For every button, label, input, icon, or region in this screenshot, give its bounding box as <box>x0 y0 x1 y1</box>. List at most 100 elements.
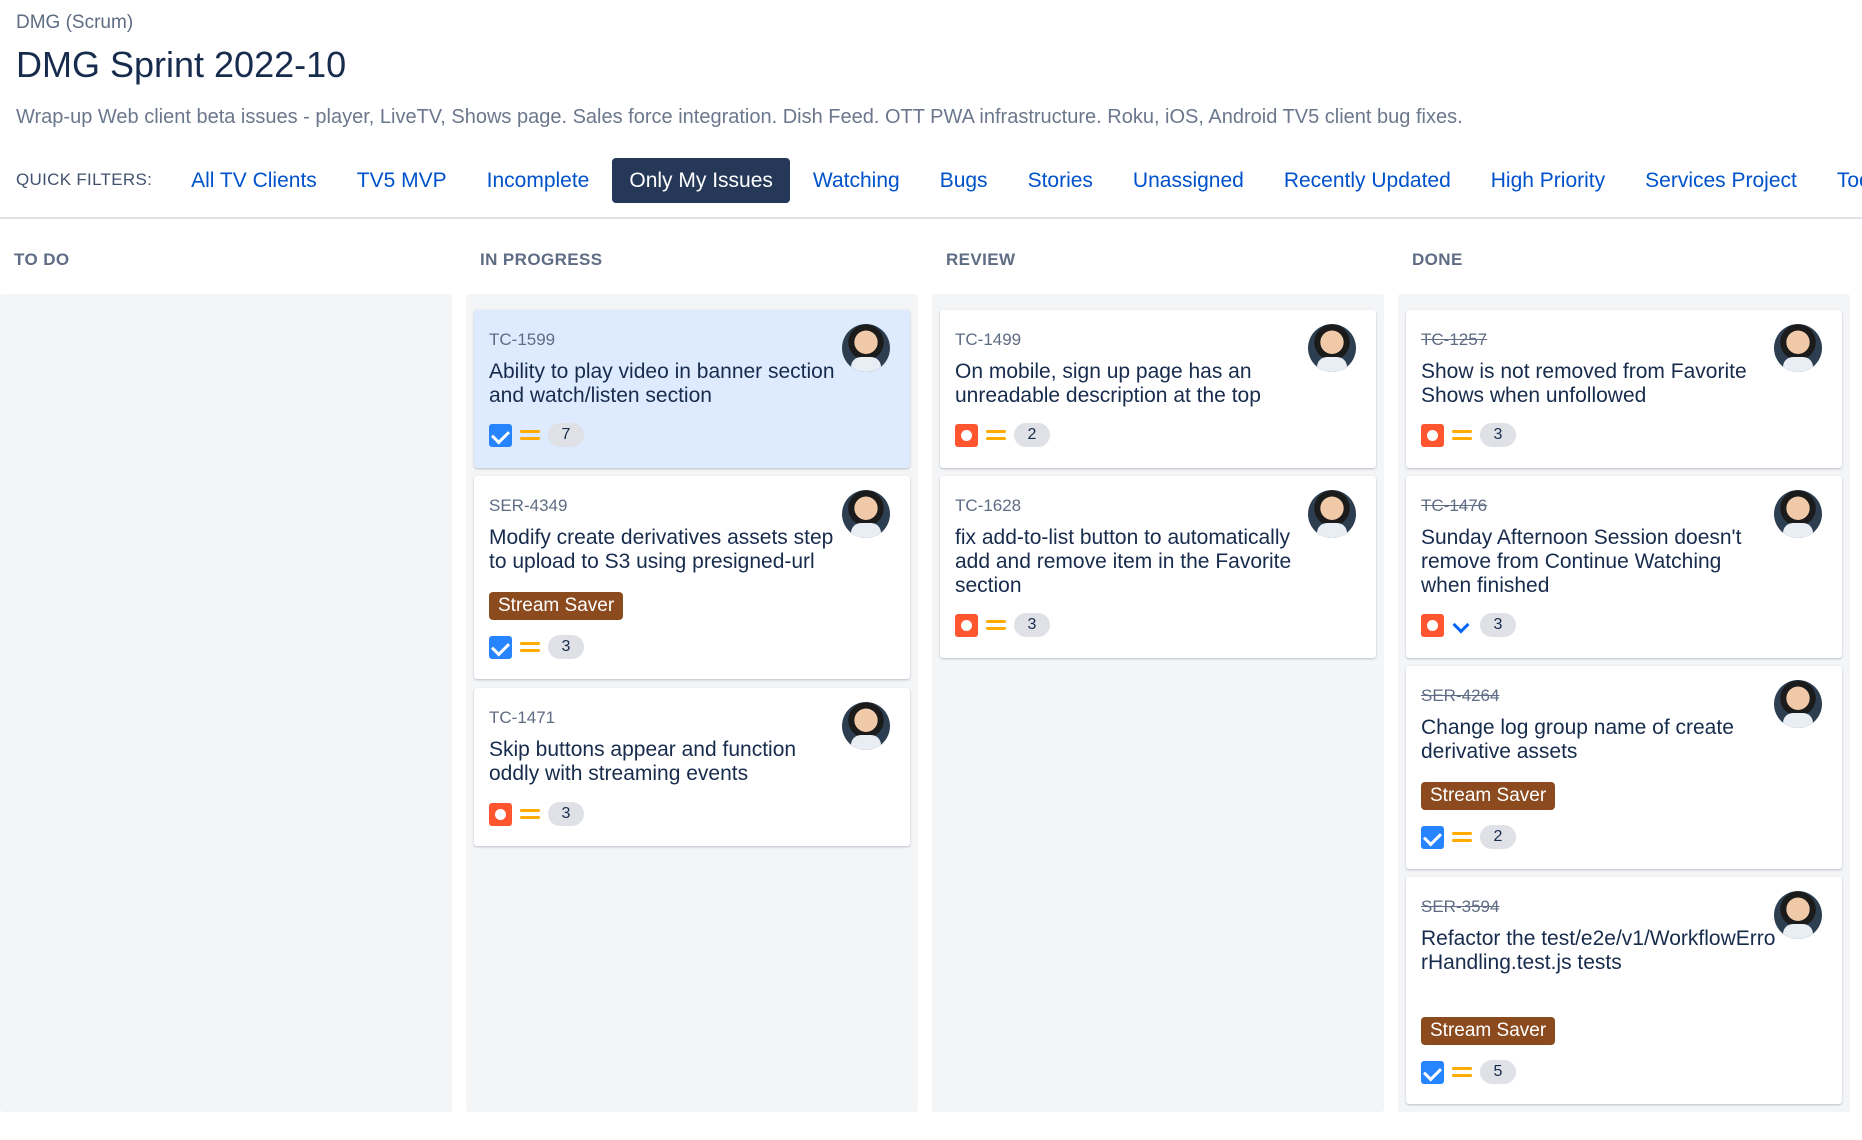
issue-card[interactable]: SER-4349 Modify create derivatives asset… <box>474 476 910 679</box>
story-points-badge: 3 <box>1480 613 1516 637</box>
issue-key[interactable]: SER-4264 <box>1421 686 1499 706</box>
issue-card[interactable]: TC-1257 Show is not removed from Favorit… <box>1406 310 1842 468</box>
priority-medium-icon <box>520 427 540 443</box>
issue-card[interactable]: SER-4264 Change log group name of create… <box>1406 666 1842 869</box>
filter-only-my-issues[interactable]: Only My Issues <box>612 157 790 203</box>
issue-key[interactable]: TC-1471 <box>489 708 555 728</box>
filter-all-tv-clients[interactable]: All TV Clients <box>174 158 334 203</box>
epic-label: Stream Saver <box>1421 782 1556 810</box>
issue-meta: 3 <box>489 801 584 827</box>
column-done[interactable]: TC-1257 Show is not removed from Favorit… <box>1398 294 1850 1112</box>
priority-medium-icon <box>1452 1064 1472 1080</box>
bug-icon <box>955 423 978 447</box>
column-header-done: DONE <box>1412 250 1463 269</box>
issue-card[interactable]: SER-3594 Refactor the test/e2e/v1/Workfl… <box>1406 877 1842 1104</box>
filter-stories[interactable]: Stories <box>1011 158 1110 203</box>
issue-key[interactable]: TC-1257 <box>1421 330 1487 350</box>
issue-meta: 2 <box>1421 824 1516 850</box>
filter-recently-updated[interactable]: Recently Updated <box>1267 158 1468 203</box>
board-divider <box>0 217 1862 219</box>
priority-medium-icon <box>520 806 540 822</box>
assignee-avatar[interactable] <box>1774 490 1822 538</box>
column-header-review: REVIEW <box>946 250 1016 269</box>
issue-key[interactable]: SER-4349 <box>489 496 567 516</box>
issue-meta: 7 <box>489 422 584 448</box>
issue-summary: On mobile, sign up page has an unreadabl… <box>955 360 1261 407</box>
column-review[interactable]: TC-1499 On mobile, sign up page has an u… <box>932 294 1384 1112</box>
assignee-avatar[interactable] <box>1774 324 1822 372</box>
issue-meta: 3 <box>955 612 1050 638</box>
issue-key[interactable]: TC-1499 <box>955 330 1021 350</box>
column-header-to-do: TO DO <box>14 250 70 269</box>
project-breadcrumb[interactable]: DMG (Scrum) <box>16 12 133 34</box>
task-icon <box>1421 825 1444 849</box>
issue-meta: 3 <box>489 634 584 660</box>
issue-card[interactable]: TC-1471 Skip buttons appear and function… <box>474 688 910 846</box>
column-in-progress[interactable]: TC-1599 Ability to play video in banner … <box>466 294 918 1112</box>
story-points-badge: 3 <box>1480 423 1516 447</box>
issue-meta: 5 <box>1421 1059 1516 1085</box>
assignee-avatar[interactable] <box>842 324 890 372</box>
issue-key[interactable]: SER-3594 <box>1421 897 1499 917</box>
assignee-avatar[interactable] <box>1308 490 1356 538</box>
sprint-goal: Wrap-up Web client beta issues - player,… <box>16 106 1463 128</box>
column-header-in-progress: IN PROGRESS <box>480 250 603 269</box>
quick-filters-label: QUICK FILTERS: <box>16 170 153 189</box>
issue-summary: fix add-to-list button to automatically … <box>955 526 1292 597</box>
sprint-title: DMG Sprint 2022-10 <box>16 44 347 85</box>
issue-card[interactable]: TC-1628 fix add-to-list button to automa… <box>940 476 1376 658</box>
filter-services-project[interactable]: Services Project <box>1628 158 1814 203</box>
epic-label: Stream Saver <box>1421 1017 1556 1045</box>
issue-card[interactable]: TC-1599 Ability to play video in banner … <box>474 310 910 468</box>
story-points-badge: 2 <box>1014 423 1050 447</box>
issue-summary: Show is not removed from Favorite Shows … <box>1421 360 1747 407</box>
assignee-avatar[interactable] <box>842 702 890 750</box>
issue-summary: Sunday Afternoon Session doesn't remove … <box>1421 526 1742 597</box>
bug-icon <box>1421 423 1444 447</box>
priority-medium-icon <box>986 617 1006 633</box>
story-points-badge: 3 <box>548 802 584 826</box>
task-icon <box>489 423 512 447</box>
issue-summary: Modify create derivatives assets step to… <box>489 526 834 573</box>
assignee-avatar[interactable] <box>1774 680 1822 728</box>
filter-tv5-mvp[interactable]: TV5 MVP <box>340 158 464 203</box>
filter-tools-project[interactable]: Tools P <box>1820 158 1862 203</box>
bug-icon <box>1421 613 1444 637</box>
priority-medium-icon <box>1452 427 1472 443</box>
issue-key[interactable]: TC-1476 <box>1421 496 1487 516</box>
issue-meta: 3 <box>1421 612 1516 638</box>
story-points-badge: 5 <box>1480 1060 1516 1084</box>
filter-high-priority[interactable]: High Priority <box>1474 158 1622 203</box>
story-points-badge: 3 <box>548 635 584 659</box>
story-points-badge: 7 <box>548 423 584 447</box>
priority-low-icon <box>1452 617 1472 633</box>
quick-filters: QUICK FILTERS: All TV Clients TV5 MVP In… <box>16 157 1862 203</box>
story-points-badge: 3 <box>1014 613 1050 637</box>
filter-watching[interactable]: Watching <box>796 158 917 203</box>
issue-summary: Ability to play video in banner section … <box>489 360 835 407</box>
issue-summary: Change log group name of create derivati… <box>1421 716 1734 763</box>
epic-label: Stream Saver <box>489 592 624 620</box>
issue-meta: 2 <box>955 422 1050 448</box>
filter-bugs[interactable]: Bugs <box>923 158 1005 203</box>
assignee-avatar[interactable] <box>1774 891 1822 939</box>
assignee-avatar[interactable] <box>842 490 890 538</box>
issue-meta: 3 <box>1421 422 1516 448</box>
filter-unassigned[interactable]: Unassigned <box>1116 158 1261 203</box>
issue-summary: Refactor the test/e2e/v1/WorkflowErrorHa… <box>1421 927 1776 974</box>
bug-icon <box>489 802 512 826</box>
bug-icon <box>955 613 978 637</box>
assignee-avatar[interactable] <box>1308 324 1356 372</box>
issue-key[interactable]: TC-1628 <box>955 496 1021 516</box>
column-to-do[interactable] <box>0 294 452 1112</box>
issue-card[interactable]: TC-1476 Sunday Afternoon Session doesn't… <box>1406 476 1842 658</box>
filter-incomplete[interactable]: Incomplete <box>470 158 607 203</box>
priority-medium-icon <box>986 427 1006 443</box>
task-icon <box>489 635 512 659</box>
issue-card[interactable]: TC-1499 On mobile, sign up page has an u… <box>940 310 1376 468</box>
priority-medium-icon <box>1452 829 1472 845</box>
issue-key[interactable]: TC-1599 <box>489 330 555 350</box>
story-points-badge: 2 <box>1480 825 1516 849</box>
issue-summary: Skip buttons appear and function oddly w… <box>489 738 797 785</box>
task-icon <box>1421 1060 1444 1084</box>
